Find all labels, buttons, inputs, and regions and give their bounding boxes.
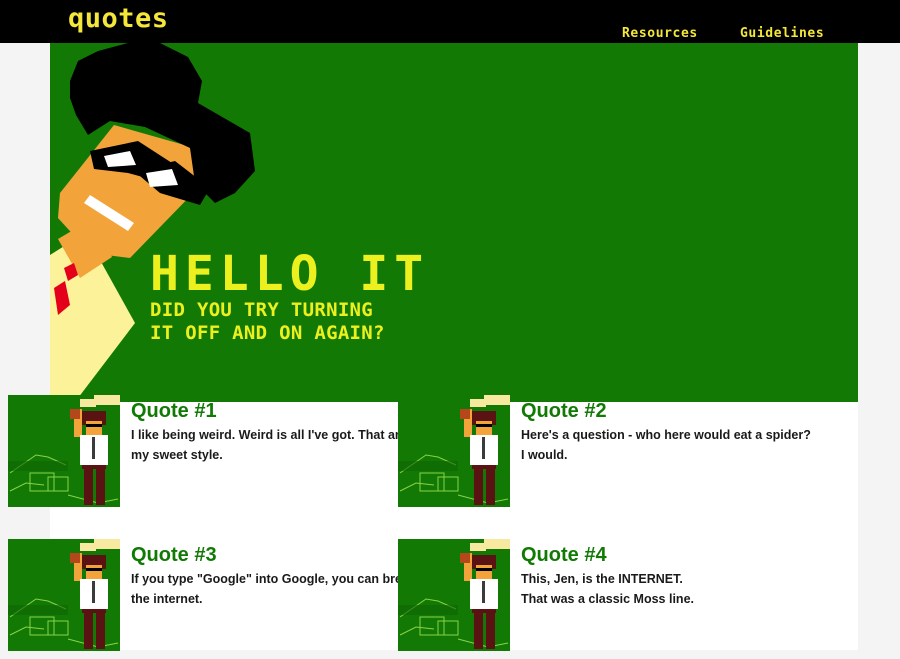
quote-line: If you type "Google" into Google, you ca… <box>131 572 416 586</box>
quote-line: I would. <box>521 448 568 462</box>
quote-card[interactable]: Quote #4 This, Jen, is the INTERNET. Tha… <box>398 539 778 659</box>
quote-line: Here's a question - who here would eat a… <box>521 428 811 442</box>
quote-thumbnail <box>8 395 120 507</box>
hero-banner: HELLO IT DID YOU TRY TURNING IT OFF AND … <box>50 43 858 402</box>
quote-card[interactable]: Quote #1 I like being weird. Weird is al… <box>8 395 411 515</box>
quote-line: my sweet style. <box>131 448 223 462</box>
quote-line: the internet. <box>131 592 203 606</box>
quote-card[interactable]: Quote #2 Here's a question - who here wo… <box>398 395 811 515</box>
quote-title: Quote #2 <box>521 400 607 422</box>
quote-text: Here's a question - who here would eat a… <box>521 425 811 465</box>
hero-subtitle-line2: IT OFF AND ON AGAIN? <box>150 322 385 344</box>
quote-title: Quote #3 <box>131 544 217 566</box>
pixel-character-illustration <box>50 43 255 402</box>
quote-line: This, Jen, is the INTERNET. <box>521 572 683 586</box>
top-bar: quotes Resources Guidelines <box>0 0 900 45</box>
quote-title: Quote #1 <box>131 400 217 422</box>
quote-thumbnail <box>398 539 510 651</box>
quote-text: This, Jen, is the INTERNET. That was a c… <box>521 569 776 609</box>
quote-text: If you type "Google" into Google, you ca… <box>131 569 416 609</box>
hero-subtitle: DID YOU TRY TURNING IT OFF AND ON AGAIN? <box>150 299 385 345</box>
quote-thumbnail <box>8 539 120 651</box>
quote-line: I like being weird. Weird is all I've go… <box>131 428 411 442</box>
quote-title: Quote #4 <box>521 544 607 566</box>
hero-title: HELLO IT <box>150 246 430 302</box>
hero-subtitle-line1: DID YOU TRY TURNING <box>150 299 374 321</box>
quote-thumbnail <box>398 395 510 507</box>
quote-card[interactable]: Quote #3 If you type "Google" into Googl… <box>8 539 416 659</box>
site-logo[interactable]: quotes <box>68 3 169 35</box>
quote-line: That was a classic Moss line. <box>521 592 694 606</box>
nav-guidelines[interactable]: Guidelines <box>740 26 824 44</box>
quote-text: I like being weird. Weird is all I've go… <box>131 425 411 465</box>
